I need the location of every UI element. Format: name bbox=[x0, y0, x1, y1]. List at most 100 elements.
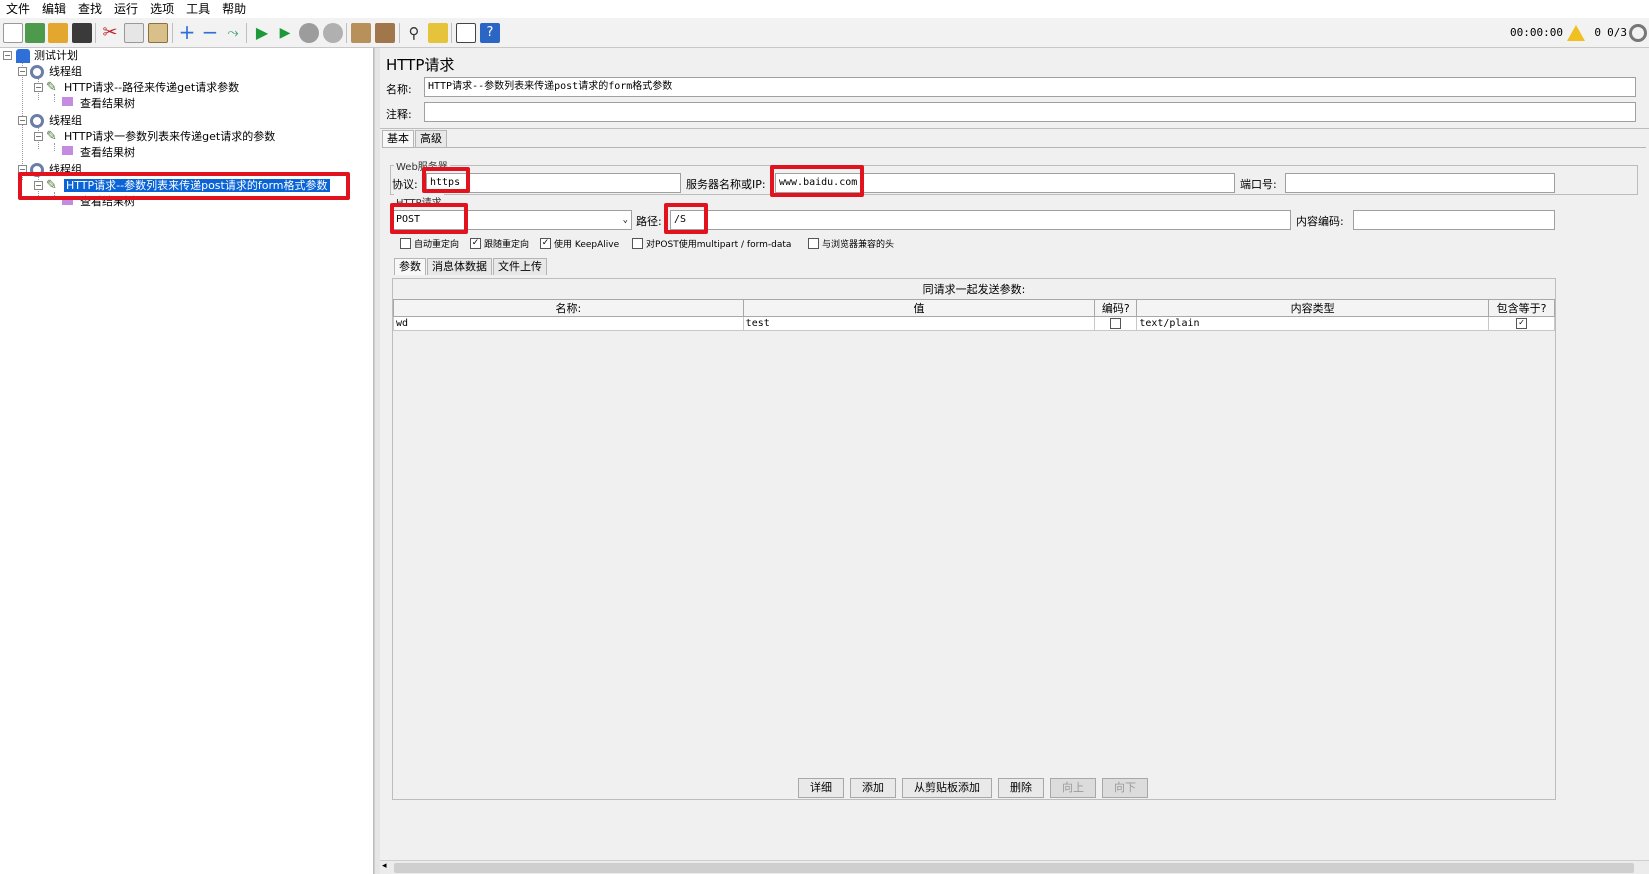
method-value: POST bbox=[396, 214, 421, 225]
name-label: 名称: bbox=[386, 83, 412, 96]
param-include-equals-cell[interactable]: ✓ bbox=[1488, 316, 1555, 331]
save-icon[interactable] bbox=[72, 23, 92, 43]
tree-node-http-request[interactable]: HTTP请求--路径来传递get请求参数 bbox=[64, 80, 239, 96]
tree-node-view-results[interactable]: 查看结果树 bbox=[80, 96, 135, 112]
menu-options[interactable]: 选项 bbox=[144, 0, 180, 18]
tab-advanced[interactable]: 高级 bbox=[415, 130, 447, 147]
name-field[interactable]: HTTP请求--参数列表来传递post请求的form格式参数 bbox=[424, 77, 1636, 97]
tree-node-view-results[interactable]: 查看结果树 bbox=[80, 145, 135, 161]
clear-all-icon[interactable] bbox=[375, 23, 395, 43]
copy-icon[interactable] bbox=[124, 23, 144, 43]
help-icon[interactable]: ? bbox=[480, 23, 500, 43]
column-header-content-type[interactable]: 内容类型 bbox=[1136, 299, 1490, 317]
collapse-toggle[interactable]: − bbox=[34, 181, 43, 190]
tree-node-http-request-selected[interactable]: HTTP请求--参数列表来传递post请求的form格式参数 bbox=[64, 178, 330, 194]
tab-basic[interactable]: 基本 bbox=[382, 130, 414, 147]
delete-button[interactable]: 删除 bbox=[998, 778, 1044, 798]
menu-file[interactable]: 文件 bbox=[0, 0, 36, 18]
start-icon[interactable]: ▶ bbox=[252, 23, 272, 43]
auto-redirect-checkbox[interactable]: 自动重定向 bbox=[400, 237, 459, 250]
thread-group-icon bbox=[30, 114, 44, 128]
tree-node-test-plan[interactable]: 测试计划 bbox=[34, 48, 78, 64]
checkbox-box: ✓ bbox=[470, 238, 481, 249]
tree-node-label: 查看结果树 bbox=[80, 195, 135, 208]
cut-icon[interactable]: ✂ bbox=[100, 23, 120, 43]
expand-icon[interactable]: + bbox=[177, 22, 197, 43]
detail-button[interactable]: 详细 bbox=[798, 778, 844, 798]
function-helper-icon[interactable] bbox=[456, 23, 476, 43]
shutdown-icon[interactable] bbox=[323, 23, 343, 43]
collapse-toggle[interactable]: − bbox=[18, 67, 27, 76]
column-header-name[interactable]: 名称: bbox=[393, 299, 744, 317]
menu-tools[interactable]: 工具 bbox=[180, 0, 216, 18]
server-field[interactable]: www.baidu.com bbox=[775, 173, 1235, 193]
encoding-field[interactable] bbox=[1353, 210, 1555, 230]
results-tree-icon bbox=[62, 97, 73, 106]
comment-field[interactable] bbox=[424, 102, 1636, 122]
tab-body-data[interactable]: 消息体数据 bbox=[427, 258, 492, 275]
page-title: HTTP请求 bbox=[386, 56, 455, 74]
protocol-field[interactable]: https bbox=[426, 173, 681, 193]
multipart-checkbox[interactable]: 对POST使用multipart / form-data bbox=[632, 237, 791, 250]
tree-node-label: HTTP请求--路径来传递get请求参数 bbox=[64, 81, 240, 94]
collapse-toggle[interactable]: − bbox=[18, 165, 27, 174]
new-icon[interactable] bbox=[3, 23, 23, 43]
param-value-cell[interactable]: test bbox=[742, 316, 1096, 331]
stop-icon[interactable] bbox=[299, 23, 319, 43]
horizontal-scrollbar[interactable]: ◂ bbox=[380, 860, 1649, 874]
keepalive-checkbox[interactable]: ✓ 使用 KeepAlive bbox=[540, 237, 619, 250]
warning-count: 0 bbox=[1594, 26, 1601, 39]
templates-icon[interactable] bbox=[25, 23, 45, 43]
scroll-left-icon[interactable]: ◂ bbox=[382, 861, 387, 871]
reset-search-icon[interactable] bbox=[428, 23, 448, 43]
follow-redirect-checkbox[interactable]: ✓ 跟随重定向 bbox=[470, 237, 529, 250]
encode-checkbox[interactable] bbox=[1110, 317, 1122, 329]
browser-headers-checkbox[interactable]: 与浏览器兼容的头 bbox=[808, 237, 894, 250]
checkbox-box: ✓ bbox=[540, 238, 551, 249]
tree-node-view-results[interactable]: 查看结果树 bbox=[80, 194, 135, 210]
tree-node-thread-group[interactable]: 线程组 bbox=[49, 64, 82, 80]
tab-parameters[interactable]: 参数 bbox=[394, 258, 426, 275]
tree-node-thread-group[interactable]: 线程组 bbox=[49, 113, 82, 129]
warning-icon[interactable] bbox=[1567, 25, 1585, 41]
open-icon[interactable] bbox=[48, 23, 68, 43]
port-field[interactable] bbox=[1285, 173, 1555, 193]
collapse-icon[interactable]: − bbox=[200, 22, 220, 43]
menu-help[interactable]: 帮助 bbox=[216, 0, 252, 18]
collapse-toggle[interactable]: − bbox=[18, 116, 27, 125]
table-row[interactable]: wd test text/plain ✓ bbox=[393, 316, 1555, 331]
include-equals-checkbox[interactable]: ✓ bbox=[1516, 317, 1527, 329]
path-field[interactable]: /S bbox=[670, 210, 1291, 230]
move-up-button[interactable]: 向上 bbox=[1050, 778, 1096, 798]
menu-search[interactable]: 查找 bbox=[72, 0, 108, 18]
menu-edit[interactable]: 编辑 bbox=[36, 0, 72, 18]
checkbox-label: 对POST使用multipart / form-data bbox=[646, 240, 792, 250]
menu-bar: 文件 编辑 查找 运行 选项 工具 帮助 bbox=[0, 0, 1649, 18]
column-header-encode[interactable]: 编码? bbox=[1094, 299, 1138, 317]
port-label: 端口号: bbox=[1240, 178, 1277, 191]
add-button[interactable]: 添加 bbox=[850, 778, 896, 798]
tree-node-http-request[interactable]: HTTP请求一参数列表来传递get请求的参数 bbox=[64, 129, 275, 145]
add-from-clipboard-button[interactable]: 从剪贴板添加 bbox=[902, 778, 992, 798]
collapse-toggle[interactable]: − bbox=[3, 51, 12, 60]
move-down-button[interactable]: 向下 bbox=[1102, 778, 1148, 798]
paste-icon[interactable] bbox=[148, 23, 168, 43]
column-header-value[interactable]: 值 bbox=[742, 299, 1096, 317]
checkbox-label: 与浏览器兼容的头 bbox=[822, 240, 895, 250]
collapse-toggle[interactable]: − bbox=[34, 132, 43, 141]
column-header-include-equals[interactable]: 包含等于? bbox=[1488, 299, 1555, 317]
collapse-toggle[interactable]: − bbox=[34, 83, 43, 92]
search-icon[interactable]: ⚲ bbox=[404, 23, 424, 43]
table-header-row: 名称: 值 编码? 内容类型 包含等于? bbox=[393, 299, 1555, 317]
start-no-pause-icon[interactable]: ▶ bbox=[275, 23, 295, 43]
clear-icon[interactable] bbox=[351, 23, 371, 43]
param-name-cell[interactable]: wd bbox=[393, 316, 744, 331]
tab-file-upload[interactable]: 文件上传 bbox=[493, 258, 547, 275]
param-encode-cell[interactable] bbox=[1094, 316, 1138, 331]
method-select[interactable]: POST ⌄ bbox=[392, 210, 632, 230]
toggle-icon[interactable]: ⤳ bbox=[223, 23, 243, 43]
tree-node-thread-group[interactable]: 线程组 bbox=[49, 162, 82, 178]
menu-run[interactable]: 运行 bbox=[108, 0, 144, 18]
param-content-type-cell[interactable]: text/plain bbox=[1136, 316, 1490, 331]
scrollbar-thumb[interactable] bbox=[394, 863, 1634, 873]
